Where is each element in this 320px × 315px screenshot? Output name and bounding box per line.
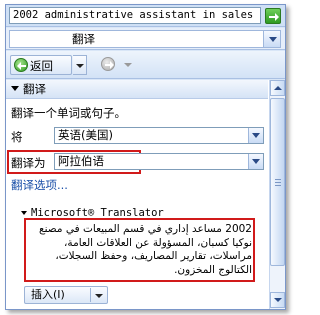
back-history-dropdown[interactable] (73, 55, 87, 75)
vertical-scrollbar[interactable] (269, 80, 285, 309)
scroll-down-button[interactable] (270, 292, 285, 308)
translate-section-body: 翻译一个单词或句子。 将 英语(美国) 翻译为 阿拉伯语 翻译选项... Mic… (6, 100, 268, 309)
forward-history-dropdown[interactable] (122, 55, 134, 75)
chevron-down-icon[interactable] (248, 154, 263, 169)
collapse-triangle-icon (21, 211, 27, 215)
collapse-triangle-icon (11, 86, 19, 91)
from-language-select[interactable]: 英语(美国) (54, 127, 264, 144)
to-language-value: 阿拉伯语 (58, 154, 104, 168)
chevron-down-icon[interactable] (263, 31, 280, 47)
scroll-thumb[interactable] (270, 98, 285, 266)
insert-button-separator (90, 288, 91, 302)
nav-toolbar: 返回 (6, 51, 285, 79)
from-language-label: 将 (11, 130, 23, 144)
service-selected: 翻译 (72, 32, 95, 46)
arrow-right-icon (269, 13, 279, 21)
translate-section-title: 翻译 (23, 82, 46, 96)
research-pane: 2002 administrative assistant in sales 翻… (5, 4, 286, 310)
to-language-label: 翻译为 (11, 156, 46, 170)
from-language-value: 英语(美国) (58, 128, 113, 142)
to-language-select[interactable]: 阿拉伯语 (54, 153, 264, 170)
insert-button[interactable]: 插入(I) (24, 286, 108, 304)
back-button-label: 返回 (30, 59, 53, 73)
start-searching-button[interactable] (265, 8, 281, 24)
insert-button-label: 插入(I) (31, 288, 65, 301)
grip-line (275, 179, 281, 180)
grip-line (275, 182, 281, 183)
chevron-down-icon[interactable] (95, 294, 103, 298)
back-arrow-icon (14, 58, 28, 72)
grip-line (275, 185, 281, 186)
search-bar: 2002 administrative assistant in sales (6, 5, 285, 27)
translate-section-header[interactable]: 翻译 (6, 80, 268, 99)
results-pane: 翻译 翻译一个单词或句子。 将 英语(美国) 翻译为 阿拉伯语 翻译选项... … (6, 80, 285, 309)
service-row: 翻译 (6, 28, 285, 50)
translation-result-text: 2002 مساعد إداري في قسم المبيعات في مصنع… (39, 223, 252, 276)
translate-instruction: 翻译一个单词或句子。 (11, 106, 126, 120)
chevron-down-icon[interactable] (248, 128, 263, 143)
back-button[interactable]: 返回 (10, 55, 72, 75)
forward-button[interactable] (98, 55, 120, 75)
service-dropdown[interactable]: 翻译 (9, 30, 281, 48)
scroll-up-button[interactable] (270, 80, 285, 96)
translation-options-link[interactable]: 翻译选项... (11, 177, 68, 193)
forward-arrow-icon (101, 57, 115, 71)
search-input[interactable]: 2002 administrative assistant in sales (9, 7, 261, 24)
